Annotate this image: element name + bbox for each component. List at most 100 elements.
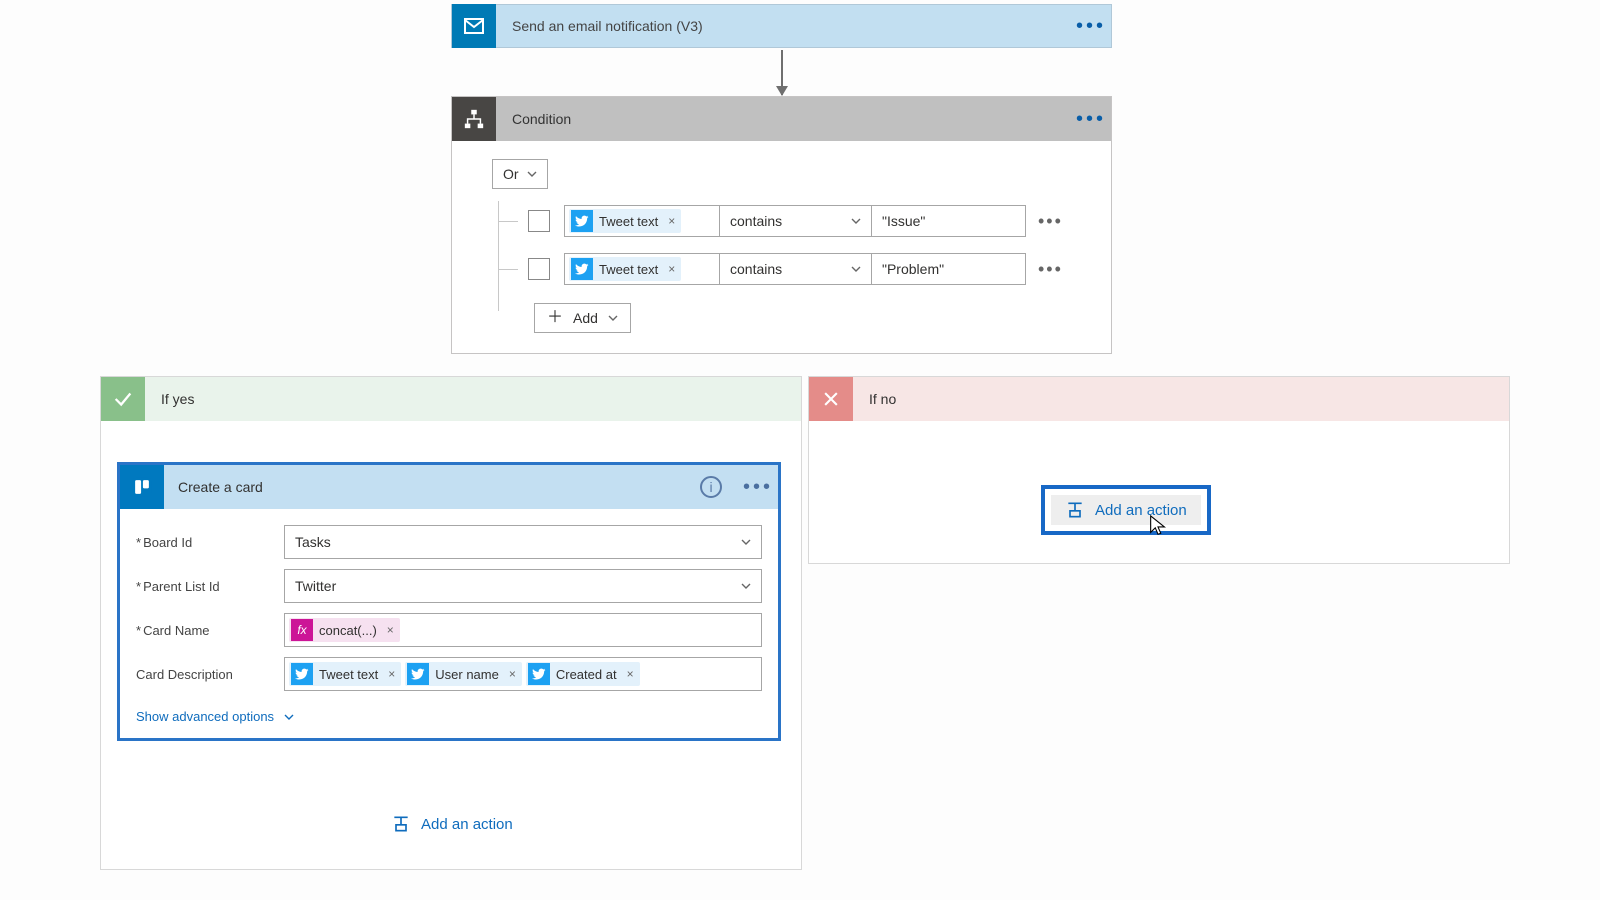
add-step-icon bbox=[391, 815, 411, 833]
token-remove-button[interactable]: × bbox=[505, 667, 520, 681]
group-operator-dropdown[interactable]: Or bbox=[492, 159, 548, 189]
flow-arrow-icon bbox=[781, 50, 783, 95]
chevron-down-icon bbox=[284, 714, 294, 720]
group-operator-label: Or bbox=[503, 166, 519, 182]
card-name-label: *Card Name bbox=[136, 623, 284, 638]
close-icon bbox=[809, 377, 853, 421]
token-label: Tweet text bbox=[317, 667, 380, 682]
chevron-down-icon bbox=[741, 583, 751, 589]
dynamic-token[interactable]: Tweet text × bbox=[569, 257, 681, 281]
parent-list-row: *Parent List Id Twitter bbox=[136, 569, 762, 603]
create-card-title: Create a card bbox=[178, 479, 700, 495]
token-label: Tweet text bbox=[597, 262, 660, 277]
condition-field-input[interactable]: Tweet text × bbox=[564, 253, 720, 285]
chevron-down-icon bbox=[741, 539, 751, 545]
dynamic-token[interactable]: User name × bbox=[405, 662, 522, 686]
chevron-down-icon bbox=[851, 218, 861, 224]
chevron-down-icon bbox=[608, 315, 618, 321]
if-no-add-action-highlight: Add an action bbox=[1041, 485, 1211, 535]
token-remove-button[interactable]: × bbox=[384, 667, 399, 681]
add-action-label: Add an action bbox=[421, 816, 513, 833]
if-no-branch: If no Add an action bbox=[808, 376, 1510, 564]
twitter-icon bbox=[407, 663, 429, 685]
card-description-input[interactable]: Tweet text × User name × Created at × bbox=[284, 657, 762, 691]
condition-value-text: "Problem" bbox=[882, 261, 944, 277]
operator-label: contains bbox=[730, 261, 782, 277]
check-icon bbox=[101, 377, 145, 421]
if-yes-header[interactable]: If yes bbox=[101, 377, 801, 421]
create-card-body: *Board Id Tasks *Parent List Id Twitter … bbox=[120, 509, 778, 738]
if-no-header[interactable]: If no bbox=[809, 377, 1509, 421]
create-card-header[interactable]: Create a card i ••• bbox=[120, 465, 778, 509]
chevron-down-icon bbox=[851, 266, 861, 272]
token-remove-button[interactable]: × bbox=[664, 214, 679, 228]
token-label: Tweet text bbox=[597, 214, 660, 229]
token-label: User name bbox=[433, 667, 501, 682]
condition-operator-dropdown[interactable]: contains bbox=[720, 253, 872, 285]
condition-operator-dropdown[interactable]: contains bbox=[720, 205, 872, 237]
trello-icon bbox=[120, 465, 164, 509]
row-menu-button[interactable]: ••• bbox=[1038, 211, 1063, 232]
dynamic-token[interactable]: Tweet text × bbox=[289, 662, 401, 686]
show-advanced-label: Show advanced options bbox=[136, 709, 274, 724]
card-name-input[interactable]: fx concat(...) × bbox=[284, 613, 762, 647]
twitter-icon bbox=[291, 663, 313, 685]
add-action-label: Add an action bbox=[1095, 502, 1187, 519]
dynamic-token[interactable]: Tweet text × bbox=[569, 209, 681, 233]
token-remove-button[interactable]: × bbox=[664, 262, 679, 276]
token-label: Created at bbox=[554, 667, 619, 682]
add-condition-label: Add bbox=[573, 310, 598, 326]
board-id-dropdown[interactable]: Tasks bbox=[284, 525, 762, 559]
email-icon bbox=[452, 4, 496, 48]
token-remove-button[interactable]: × bbox=[383, 623, 398, 637]
if-yes-add-action-button[interactable]: Add an action bbox=[377, 807, 527, 841]
condition-body: Or Tweet text × contains bbox=[452, 141, 1111, 353]
plus-icon: ＋ bbox=[547, 310, 563, 326]
expression-label: concat(...) bbox=[317, 623, 379, 638]
row-menu-button[interactable]: ••• bbox=[1038, 259, 1063, 280]
if-no-title: If no bbox=[869, 391, 896, 407]
condition-header[interactable]: Condition ••• bbox=[452, 97, 1111, 141]
twitter-icon bbox=[571, 258, 593, 280]
info-icon[interactable]: i bbox=[700, 476, 722, 498]
chevron-down-icon bbox=[527, 171, 537, 177]
if-yes-branch: If yes Create a card i ••• *Board Id Tas… bbox=[100, 376, 802, 870]
parent-list-label: *Parent List Id bbox=[136, 579, 284, 594]
row-checkbox[interactable] bbox=[528, 210, 550, 232]
expression-token[interactable]: fx concat(...) × bbox=[289, 618, 400, 642]
row-checkbox[interactable] bbox=[528, 258, 550, 280]
operator-label: contains bbox=[730, 213, 782, 229]
condition-field-input[interactable]: Tweet text × bbox=[564, 205, 720, 237]
add-condition-button[interactable]: ＋ Add bbox=[534, 303, 631, 333]
dynamic-token[interactable]: Created at × bbox=[526, 662, 640, 686]
condition-icon bbox=[452, 97, 496, 141]
token-remove-button[interactable]: × bbox=[623, 667, 638, 681]
condition-value-text: "Issue" bbox=[882, 213, 925, 229]
email-step-menu-button[interactable]: ••• bbox=[1071, 6, 1111, 46]
board-id-value: Tasks bbox=[295, 534, 331, 550]
condition-menu-button[interactable]: ••• bbox=[1071, 99, 1111, 139]
condition-rows: Tweet text × contains "Issue" ••• bbox=[498, 205, 1081, 333]
condition-step: Condition ••• Or Tweet text × bbox=[451, 96, 1112, 354]
condition-value-input[interactable]: "Issue" bbox=[872, 205, 1026, 237]
board-id-row: *Board Id Tasks bbox=[136, 525, 762, 559]
twitter-icon bbox=[528, 663, 550, 685]
show-advanced-toggle[interactable]: Show advanced options bbox=[136, 709, 294, 724]
add-step-icon bbox=[1065, 501, 1085, 519]
if-no-add-action-button[interactable]: Add an action bbox=[1051, 495, 1201, 525]
email-step-title: Send an email notification (V3) bbox=[512, 18, 1071, 34]
twitter-icon bbox=[571, 210, 593, 232]
if-yes-title: If yes bbox=[161, 391, 194, 407]
condition-row: Tweet text × contains "Issue" ••• bbox=[498, 205, 1081, 237]
parent-list-dropdown[interactable]: Twitter bbox=[284, 569, 762, 603]
card-description-row: Card Description Tweet text × User name … bbox=[136, 657, 762, 691]
create-card-menu-button[interactable]: ••• bbox=[738, 467, 778, 507]
condition-value-input[interactable]: "Problem" bbox=[872, 253, 1026, 285]
fx-icon: fx bbox=[291, 619, 313, 641]
card-description-label: Card Description bbox=[136, 667, 284, 682]
email-notification-step[interactable]: Send an email notification (V3) ••• bbox=[451, 4, 1112, 48]
card-name-row: *Card Name fx concat(...) × bbox=[136, 613, 762, 647]
create-card-action: Create a card i ••• *Board Id Tasks *Par… bbox=[117, 462, 781, 741]
board-id-label: *Board Id bbox=[136, 535, 284, 550]
condition-row: Tweet text × contains "Problem" ••• bbox=[498, 253, 1081, 285]
